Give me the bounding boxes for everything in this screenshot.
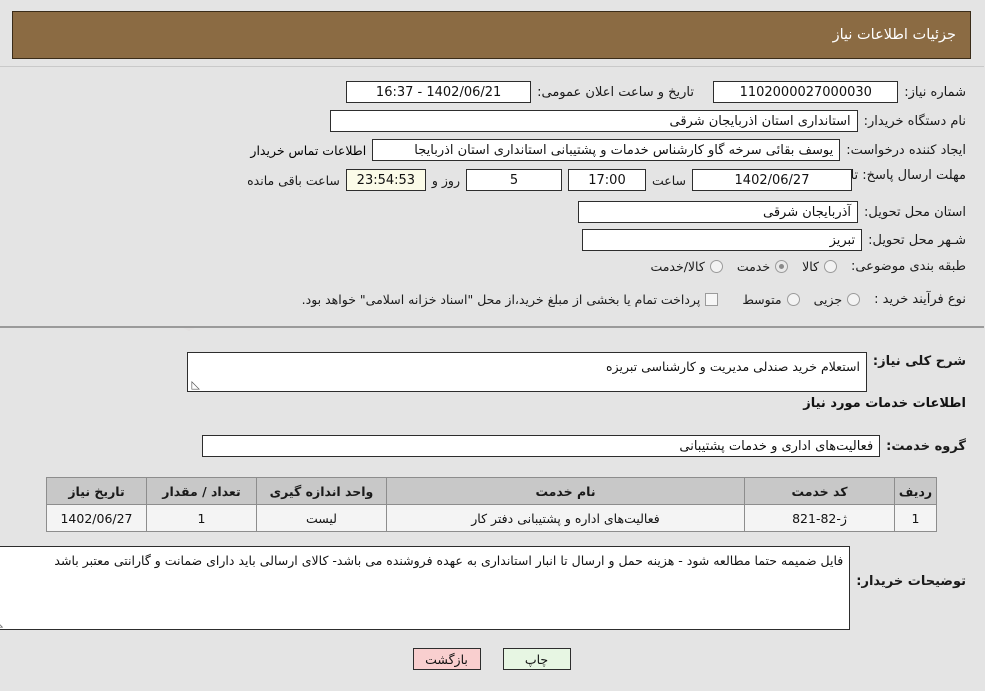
overview-textarea[interactable]: استعلام خرید صندلی مدیریت و کارشناسی تبر… — [187, 352, 868, 392]
page-title: جزئیات اطلاعات نیاز — [833, 27, 957, 43]
print-button[interactable]: چاپ — [503, 648, 572, 670]
treasury-checkbox-option[interactable]: پرداخت تمام یا بخشی از مبلغ خرید،از محل … — [303, 292, 720, 307]
buyer-remarks-text: فایل ضمیمه حتما مطالعه شود - هزینه حمل و… — [55, 553, 845, 568]
days-label: روز و — [432, 173, 461, 188]
delivery-city-label: شـهر محل تحویل: — [869, 232, 967, 248]
countdown-field: 23:54:53 — [346, 169, 427, 191]
announce-datetime-label: تاریخ و ساعت اعلان عمومی: — [538, 84, 695, 100]
delivery-province-field[interactable]: آذربایجان شرقی — [579, 201, 860, 223]
category-option-goods-service[interactable]: کالا/خدمت — [651, 259, 724, 274]
row-need-number: شماره نیاز: 1102000027000030 — [714, 81, 967, 103]
buyer-org-field[interactable]: استانداری استان اذربایجان شرقی — [330, 110, 859, 132]
buyer-remarks-textarea[interactable]: فایل ضمیمه حتما مطالعه شود - هزینه حمل و… — [0, 546, 852, 630]
services-section-heading: اطلاعات خدمات مورد نیاز — [804, 396, 967, 411]
remaining-hours-label: ساعت باقی مانده — [248, 173, 341, 188]
row-process-type: نوع فرآیند خرید : جزیی متوسط پرداخت تمام… — [303, 292, 967, 307]
category-option-goods-service-label: کالا/خدمت — [651, 259, 706, 274]
row-buyer-org: نام دستگاه خریدار: استانداری استان اذربا… — [330, 110, 967, 132]
radio-icon-medium[interactable] — [787, 293, 801, 306]
radio-icon-service[interactable] — [776, 260, 790, 273]
footer-actions: چاپ بازگشت — [0, 648, 985, 670]
row-service-group: گروه خدمت: فعالیت‌های اداری و خدمات پشتی… — [203, 435, 967, 457]
deadline-date-field[interactable]: 1402/06/27 — [693, 169, 853, 191]
need-number-label: شماره نیاز: — [905, 84, 967, 100]
need-summary-panel — [0, 66, 985, 328]
announce-datetime-field[interactable]: 1402/06/21 - 16:37 — [347, 81, 533, 103]
category-option-goods[interactable]: کالا — [803, 259, 838, 274]
process-option-minor[interactable]: جزیی — [815, 292, 862, 307]
radio-icon-minor[interactable] — [848, 293, 862, 306]
treasury-checkbox-label: پرداخت تمام یا بخشی از مبلغ خرید،از محل … — [302, 292, 702, 307]
resize-grip-icon-remarks[interactable]: ◺ — [0, 617, 4, 628]
delivery-city-field[interactable]: تبریز — [583, 229, 864, 251]
process-option-minor-label: جزیی — [814, 292, 844, 307]
row-overview: شرح کلی نیاز: استعلام خرید صندلی مدیریت … — [187, 352, 967, 392]
row-requester: ایجاد کننده درخواست: یوسف بقائی سرخه گاو… — [251, 139, 967, 161]
row-delivery-city: شـهر محل تحویل: تبریز — [583, 229, 967, 251]
radio-icon-goods[interactable] — [824, 260, 838, 273]
service-group-field[interactable]: فعالیت‌های اداری و خدمات پشتیبانی — [203, 435, 882, 457]
row-announce-datetime: تاریخ و ساعت اعلان عمومی: 1402/06/21 - 1… — [347, 81, 695, 103]
row-deadline: مهلت ارسال پاسخ: تا تاریخ: 1402/06/27 سا… — [248, 167, 967, 191]
row-buyer-remarks: توضیحات خریدار: فایل ضمیمه حتما مطالعه ش… — [0, 546, 967, 630]
page-header: جزئیات اطلاعات نیاز — [13, 11, 972, 59]
checkbox-icon-treasury[interactable] — [706, 293, 720, 306]
process-type-label: نوع فرآیند خرید : — [875, 292, 967, 307]
service-group-label: گروه خدمت: — [887, 438, 967, 454]
requester-field[interactable]: یوسف بقائی سرخه گاو کارشناس خدمات و پشتی… — [373, 139, 842, 161]
buyer-org-label: نام دستگاه خریدار: — [864, 113, 967, 129]
need-number-field[interactable]: 1102000027000030 — [714, 81, 900, 103]
deadline-time-field[interactable]: 17:00 — [568, 169, 647, 191]
buyer-contact-link[interactable]: اطلاعات تماس خریدار — [251, 143, 367, 158]
category-option-goods-label: کالا — [803, 259, 820, 274]
category-option-service-label: خدمت — [737, 259, 772, 274]
resize-grip-icon[interactable]: ◺ — [191, 379, 200, 390]
deadline-hour-label: ساعت — [652, 173, 687, 188]
page-root: جزئیات اطلاعات نیاز AriaTender.net شماره… — [0, 0, 985, 691]
delivery-province-label: استان محل تحویل: — [865, 204, 967, 220]
back-button[interactable]: بازگشت — [413, 648, 482, 670]
deadline-label: مهلت ارسال پاسخ: تا تاریخ: — [817, 168, 967, 183]
overview-label: شرح کلی نیاز: — [873, 354, 967, 369]
category-label: طبقه بندی موضوعی: — [851, 259, 967, 274]
radio-icon-goods-service[interactable] — [710, 260, 724, 273]
category-option-service[interactable]: خدمت — [737, 259, 790, 274]
row-category: طبقه بندی موضوعی: کالا خدمت کالا/خدمت — [651, 259, 967, 274]
process-option-medium-label: متوسط — [743, 292, 783, 307]
requester-label: ایجاد کننده درخواست: — [847, 142, 967, 158]
row-delivery-province: استان محل تحویل: آذربایجان شرقی — [579, 201, 967, 223]
days-remaining-field[interactable]: 5 — [466, 169, 563, 191]
process-option-medium[interactable]: متوسط — [743, 292, 801, 307]
buyer-remarks-label: توضیحات خریدار: — [857, 574, 967, 589]
overview-text: استعلام خرید صندلی مدیریت و کارشناسی تبر… — [607, 359, 861, 374]
